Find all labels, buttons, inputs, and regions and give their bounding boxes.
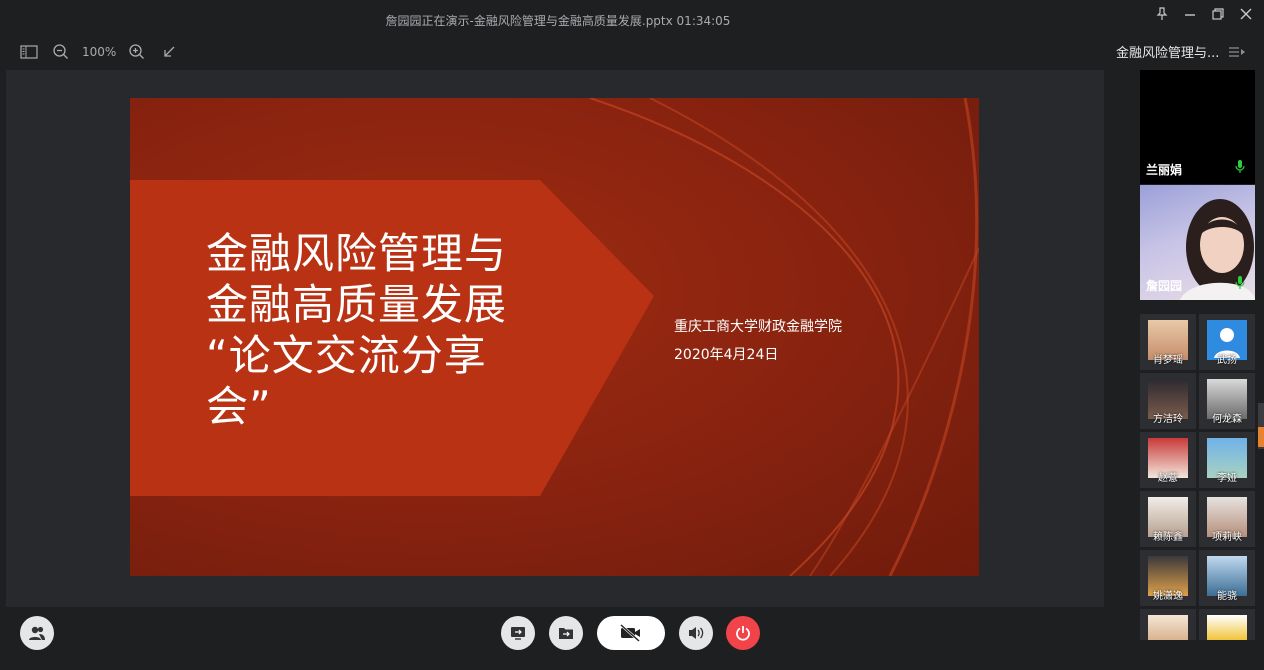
video-tile[interactable]: 兰丽娟: [1140, 70, 1255, 184]
presentation-toolbar: 100%: [18, 40, 180, 64]
slide-title-line: 金融风险管理与: [206, 229, 508, 278]
attendee-tile[interactable]: 姚潇逸: [1140, 550, 1196, 606]
camera-off-icon: [620, 624, 640, 642]
slide-title-line: 会”: [206, 382, 272, 431]
sidebar-toggle-icon[interactable]: [18, 41, 40, 63]
slide-title-line: “论文交流分享: [206, 331, 487, 380]
attendee-tile[interactable]: 肖梦瑶: [1140, 314, 1196, 370]
share-screen-button[interactable]: [501, 616, 535, 650]
slide-subtitle: 重庆工商大学财政金融学院 2020年4月24日: [674, 313, 842, 369]
video-tile-name: 兰丽娟: [1146, 163, 1183, 177]
window-title: 詹园园正在演示-金融风险管理与金融高质量发展.pptx 01:34:05: [385, 13, 731, 28]
minimize-icon[interactable]: [1178, 2, 1202, 26]
slide-date: 2020年4月24日: [674, 347, 779, 363]
restore-icon[interactable]: [1206, 2, 1230, 26]
attendee-name: 赵薏: [1158, 473, 1178, 484]
shared-screen: 金融风险管理与 金融高质量发展 “论文交流分享 会” 重庆工商大学财政金融学院 …: [6, 70, 1104, 607]
speaker-icon: [689, 627, 704, 639]
camera-toggle-button[interactable]: [597, 616, 665, 650]
attendee-name: 赖陈鑫: [1153, 532, 1183, 543]
share-file-button[interactable]: [549, 616, 583, 650]
zoom-level: 100%: [82, 45, 117, 59]
slide-org: 重庆工商大学财政金融学院: [674, 319, 842, 335]
avatar: [1148, 615, 1188, 640]
attendee-tile[interactable]: [1140, 609, 1196, 640]
attendee-tile[interactable]: 赵薏: [1140, 432, 1196, 488]
attendee-name: 项莉峡: [1212, 532, 1242, 543]
list-toggle-icon[interactable]: [1228, 44, 1246, 58]
close-icon[interactable]: [1234, 2, 1258, 26]
attendee-name: 李娅: [1217, 473, 1237, 484]
mic-icon: [1235, 159, 1245, 178]
attendee-name: 武扬: [1217, 355, 1237, 366]
attendee-tile[interactable]: 赖陈鑫: [1140, 491, 1196, 547]
attendee-tile[interactable]: [1199, 609, 1255, 640]
participants-panel: 金融风险管理与... 兰丽娟 詹园园 肖梦瑶 武扬 方洁玲 何龙森 赵薏 李娅 …: [1116, 40, 1264, 670]
attendee-tile[interactable]: 李娅: [1199, 432, 1255, 488]
zoom-in-icon[interactable]: [126, 41, 148, 63]
avatar: [1207, 615, 1247, 640]
attendee-name: 何龙森: [1212, 414, 1242, 425]
slide-title: 金融风险管理与 金融高质量发展 “论文交流分享 会”: [206, 228, 566, 432]
attendee-name: 方洁玲: [1153, 414, 1183, 425]
attendee-tile[interactable]: 武扬: [1199, 314, 1255, 370]
attendee-tile[interactable]: 方洁玲: [1140, 373, 1196, 429]
share-file-icon: [559, 628, 573, 639]
share-screen-icon: [511, 627, 525, 640]
scroll-indicator: [1258, 427, 1264, 447]
meeting-name: 金融风险管理与...: [1116, 46, 1220, 61]
video-tile-name: 詹园园: [1146, 279, 1183, 293]
attendee-tile[interactable]: 能骁: [1199, 550, 1255, 606]
attendee-name: 能骁: [1217, 591, 1237, 602]
window-controls: [1116, 0, 1264, 28]
speaker-button[interactable]: [679, 616, 713, 650]
video-tile[interactable]: 詹园园: [1140, 185, 1255, 300]
zoom-out-icon[interactable]: [50, 41, 72, 63]
attendee-tile[interactable]: 何龙森: [1199, 373, 1255, 429]
exit-fullscreen-icon[interactable]: [158, 41, 180, 63]
panel-scroll-handle[interactable]: [1258, 403, 1264, 449]
meeting-controls: [0, 610, 1116, 670]
attendee-name: 肖梦瑶: [1153, 355, 1183, 366]
attendee-tile[interactable]: 项莉峡: [1199, 491, 1255, 547]
leave-meeting-button[interactable]: [726, 616, 760, 650]
slide-title-line: 金融高质量发展: [206, 280, 508, 329]
participants-button[interactable]: [20, 616, 54, 650]
presentation-slide: 金融风险管理与 金融高质量发展 “论文交流分享 会” 重庆工商大学财政金融学院 …: [130, 98, 979, 576]
power-icon: [736, 626, 750, 641]
mic-icon: [1235, 275, 1245, 294]
attendee-name: 姚潇逸: [1153, 591, 1183, 602]
pin-icon[interactable]: [1150, 2, 1174, 26]
participants-icon: [29, 626, 45, 640]
